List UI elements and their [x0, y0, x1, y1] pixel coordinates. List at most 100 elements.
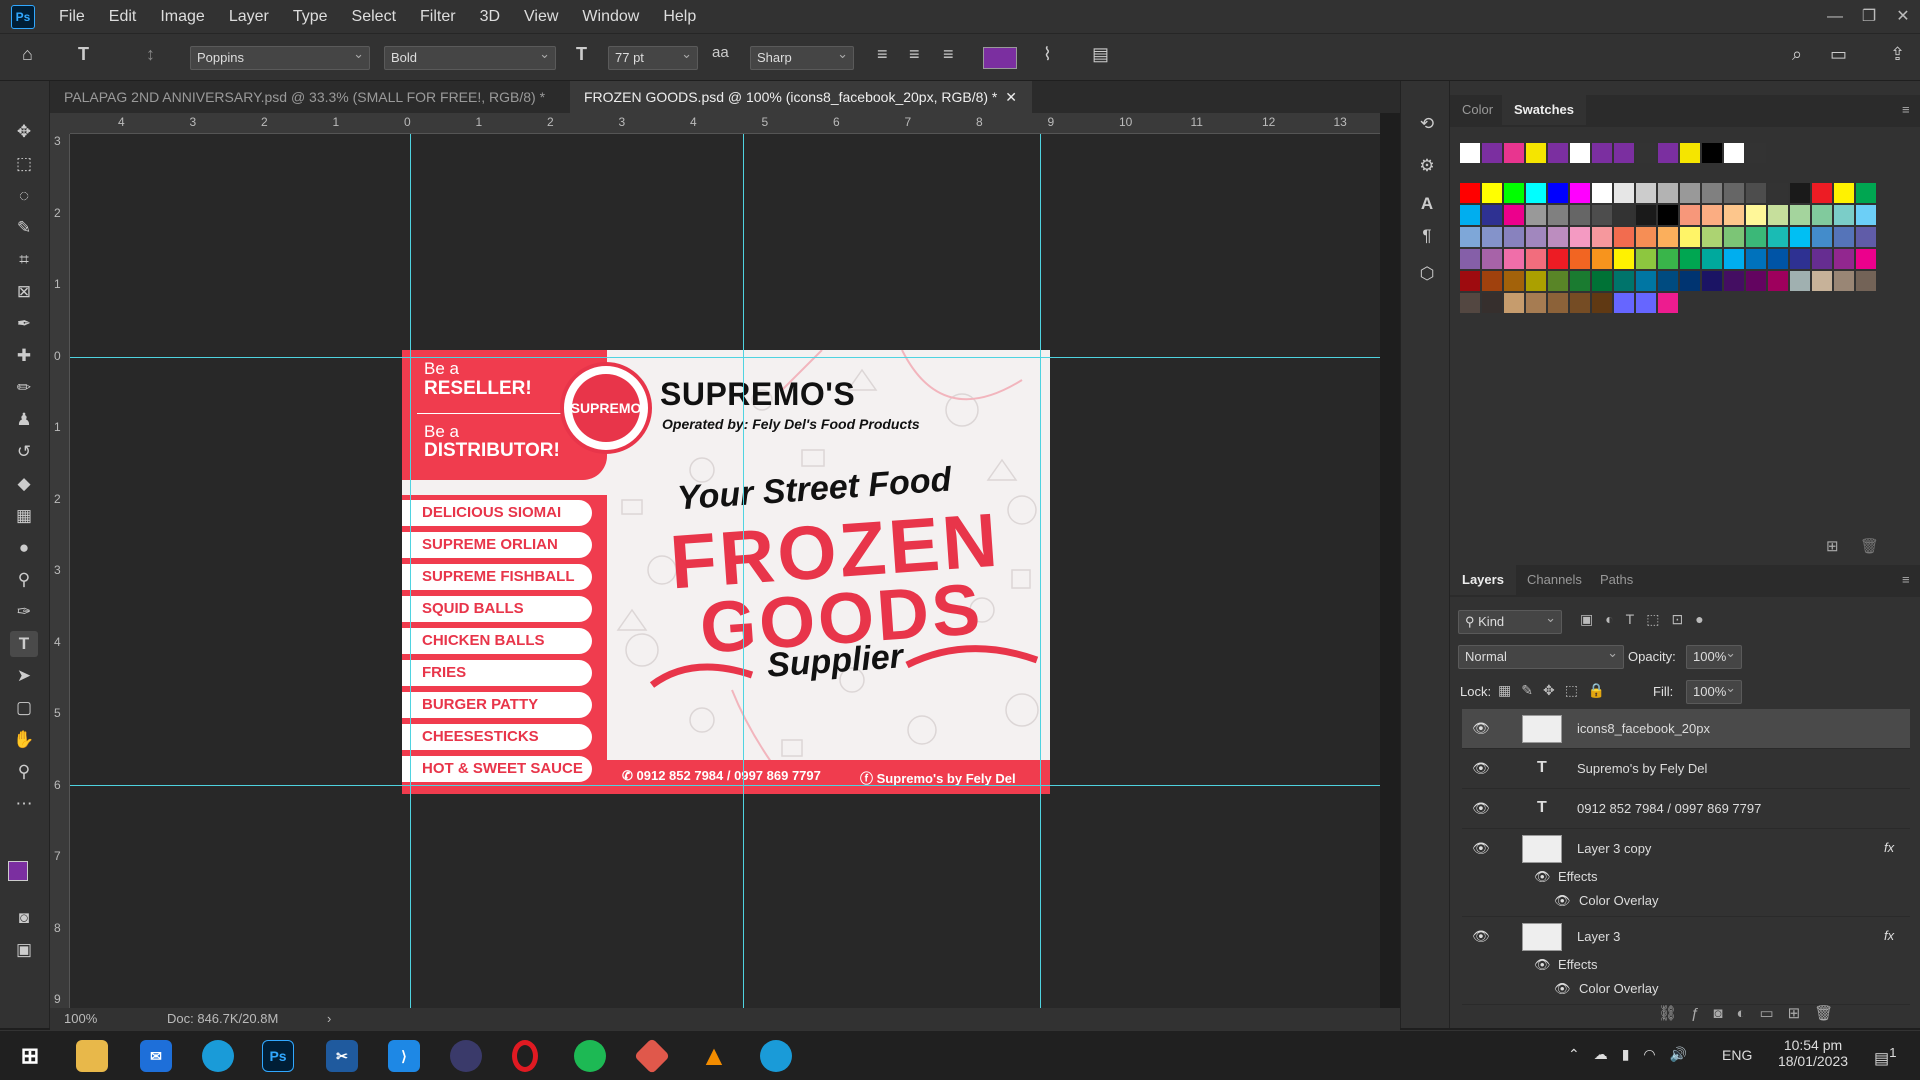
color-swatch[interactable] [1680, 143, 1700, 163]
layer-row[interactable]: 👁 Layer 3 fx 👁 Effects 👁 Color Overlay [1462, 917, 1910, 1005]
color-swatch[interactable] [1548, 205, 1568, 225]
color-swatch[interactable] [1636, 293, 1656, 313]
color-swatch[interactable] [1702, 183, 1722, 203]
guide-vertical[interactable] [1040, 134, 1041, 1008]
color-swatch[interactable] [1658, 249, 1678, 269]
color-swatch[interactable] [1548, 249, 1568, 269]
zoom-tool-icon[interactable]: ⚲ [10, 759, 38, 785]
color-swatch[interactable] [1658, 143, 1678, 163]
spotify-icon[interactable] [574, 1040, 606, 1072]
eraser-icon[interactable]: ◆ [10, 471, 38, 497]
menu-type[interactable]: Type [281, 0, 340, 33]
color-swatch[interactable] [1460, 271, 1480, 291]
search-icon[interactable]: ⌕ [1792, 44, 1802, 65]
color-swatch[interactable] [1614, 293, 1634, 313]
color-swatch[interactable] [1636, 143, 1656, 163]
color-swatch[interactable] [1746, 183, 1766, 203]
history-icon[interactable]: ⟲ [1413, 111, 1441, 137]
tab-paths[interactable]: Paths [1588, 565, 1645, 595]
eye-icon[interactable]: 👁 [1472, 840, 1490, 857]
color-swatch[interactable] [1856, 227, 1876, 247]
delete-swatch-icon[interactable]: 🗑 [1860, 537, 1879, 555]
color-swatch[interactable] [1746, 249, 1766, 269]
paragraph-icon[interactable]: ¶ [1413, 223, 1441, 249]
color-swatch[interactable] [1526, 271, 1546, 291]
lasso-tool-icon[interactable]: ◌ [10, 183, 38, 209]
color-swatch[interactable] [1614, 205, 1634, 225]
path-select-icon[interactable]: ➤ [10, 663, 38, 689]
color-swatch[interactable] [1592, 143, 1612, 163]
color-swatch[interactable] [1658, 205, 1678, 225]
color-swatch[interactable] [1724, 249, 1744, 269]
color-swatch[interactable] [1746, 205, 1766, 225]
tab-color[interactable]: Color [1450, 95, 1505, 125]
type-tool-icon[interactable]: T [78, 44, 89, 65]
quick-select-icon[interactable]: ✎ [10, 215, 38, 241]
tab-palapag[interactable]: PALAPAG 2ND ANNIVERSARY.psd @ 33.3% (SMA… [50, 81, 570, 137]
hand-tool-icon[interactable]: ✋ [10, 727, 38, 753]
windows-start-icon[interactable]: ⊞ [14, 1040, 46, 1072]
color-swatch[interactable] [1526, 293, 1546, 313]
color-swatch[interactable] [1680, 227, 1700, 247]
type-tool-icon[interactable]: T [10, 631, 38, 657]
menu-window[interactable]: Window [570, 0, 651, 33]
layer-actions-icons[interactable]: ⛓ƒ◙◐▭⊞🗑 [1658, 1004, 1847, 1022]
color-swatch[interactable] [1504, 293, 1524, 313]
color-swatch[interactable] [1636, 227, 1656, 247]
color-swatch[interactable] [1526, 205, 1546, 225]
color-swatch[interactable] [1460, 183, 1480, 203]
new-swatch-icon[interactable]: ⊞ [1826, 537, 1839, 555]
panel-menu-icon[interactable]: ≡ [1890, 565, 1920, 595]
color-swatch[interactable] [1834, 227, 1854, 247]
menu-3d[interactable]: 3D [468, 0, 512, 33]
layer-row[interactable]: 👁 T Supremo's by Fely Del [1462, 749, 1910, 789]
color-swatch[interactable] [1746, 227, 1766, 247]
color-swatch[interactable] [1592, 293, 1612, 313]
color-swatch[interactable] [1680, 249, 1700, 269]
color-swatch[interactable] [1812, 205, 1832, 225]
menu-edit[interactable]: Edit [97, 0, 149, 33]
color-swatch[interactable] [1614, 183, 1634, 203]
color-swatch[interactable] [1680, 205, 1700, 225]
color-swatch[interactable] [1548, 293, 1568, 313]
eye-icon[interactable]: 👁 [1472, 720, 1490, 737]
align-right-icon[interactable]: ≡ [943, 44, 954, 65]
font-size-select[interactable]: 77 pt [608, 43, 698, 70]
character-icon[interactable]: A [1413, 191, 1441, 217]
lock-icons[interactable]: ▦✎✥⬚🔒 [1498, 682, 1615, 699]
color-swatch[interactable] [1504, 143, 1524, 163]
color-swatch[interactable] [1768, 227, 1788, 247]
text-orientation-icon[interactable]: ↕ [146, 44, 155, 65]
color-swatch[interactable] [1460, 293, 1480, 313]
color-swatch[interactable] [1834, 205, 1854, 225]
color-swatch[interactable] [1548, 143, 1568, 163]
blend-mode-select[interactable]: Normal [1458, 642, 1624, 669]
menu-image[interactable]: Image [148, 0, 216, 33]
color-swatch[interactable] [1614, 271, 1634, 291]
shape-tool-icon[interactable]: ▢ [10, 695, 38, 721]
dodge-tool-icon[interactable]: ⚲ [10, 567, 38, 593]
color-swatch[interactable] [1482, 143, 1502, 163]
screen-mode-icon[interactable]: ▣ [10, 937, 38, 963]
close-button[interactable]: ✕ [1886, 0, 1920, 33]
color-swatch[interactable] [1724, 271, 1744, 291]
opacity-input[interactable]: 100% [1686, 642, 1742, 669]
color-swatch[interactable] [1834, 271, 1854, 291]
color-swatch[interactable] [1460, 143, 1480, 163]
menu-filter[interactable]: Filter [408, 0, 468, 33]
color-swatch[interactable] [1746, 143, 1766, 163]
home-icon[interactable]: ⌂ [22, 44, 33, 65]
color-swatch[interactable] [1636, 249, 1656, 269]
color-swatch[interactable] [1482, 183, 1502, 203]
menu-help[interactable]: Help [651, 0, 708, 33]
language-indicator[interactable]: ENG [1722, 1047, 1752, 1063]
color-swatch[interactable] [1790, 227, 1810, 247]
align-center-icon[interactable]: ≡ [909, 44, 920, 65]
menu-file[interactable]: File [47, 0, 97, 33]
quick-mask-icon[interactable]: ◙ [10, 905, 38, 931]
gradient-tool-icon[interactable]: ▦ [10, 503, 38, 529]
color-swatch[interactable] [1856, 249, 1876, 269]
properties-icon[interactable]: ⚙ [1413, 153, 1441, 179]
color-swatch[interactable] [1504, 271, 1524, 291]
guide-horizontal[interactable] [70, 785, 1380, 786]
